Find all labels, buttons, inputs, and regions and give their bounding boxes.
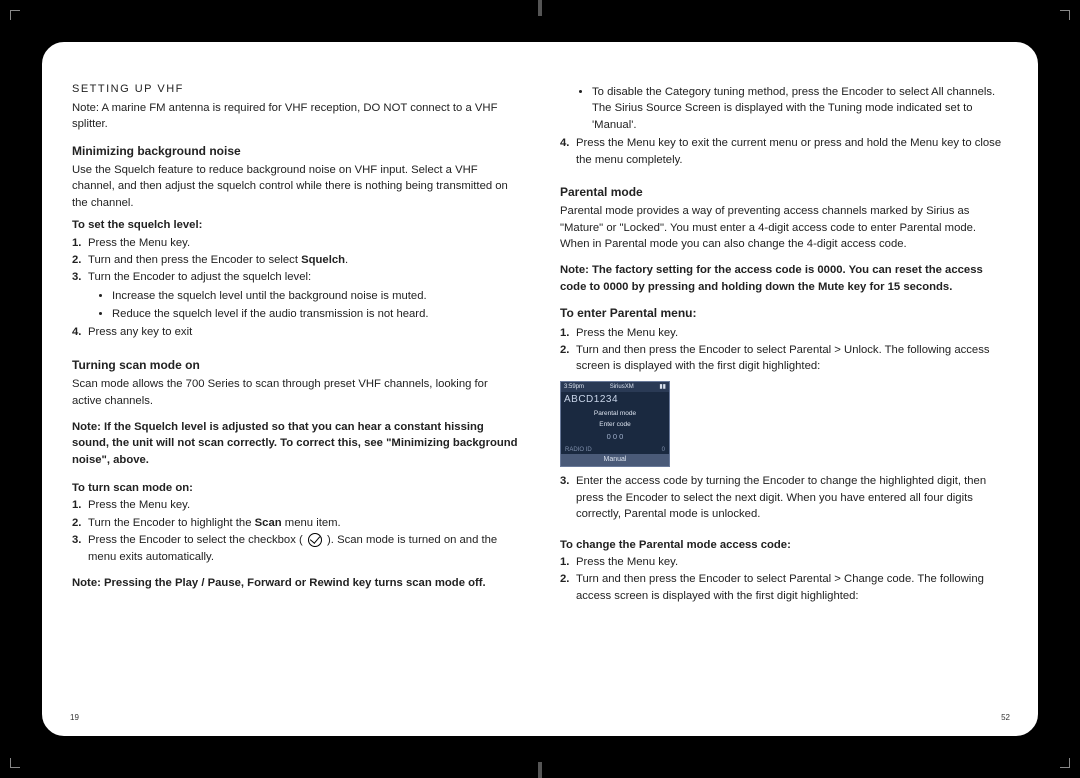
step-text: Press the Menu key. [576,556,678,568]
list-item: 4.Press the Menu key to exit the current… [560,135,1008,168]
list-item: 3.Press the Encoder to select the checkb… [72,532,520,565]
step-text: Turn the Encoder to highlight the Scan m… [88,517,341,529]
screenshot-top-bar: 3:59pm SiriusXM ▮▮ [561,382,669,393]
list-change-code: 1.Press the Menu key. 2.Turn and then pr… [560,554,1008,604]
crop-corner-tl [10,10,20,20]
list-item: 2.Turn the Encoder to highlight the Scan… [72,515,520,531]
sub-list-item: Increase the squelch level until the bac… [112,288,520,304]
screenshot-radio-id: RADIO ID [565,446,592,455]
heading-change-code: To change the Parental mode access code: [560,537,1008,553]
screenshot-time: 3:59pm [564,383,584,392]
continuation-step-list: 4.Press the Menu key to exit the current… [560,135,1008,168]
screenshot-radio-row: RADIO ID 0 [561,446,669,455]
screenshot-bottom-bar: Manual [561,454,669,466]
sub-list: Increase the squelch level until the bac… [112,288,520,323]
step-text: Press the Menu key. [576,327,678,339]
screenshot-zero: 0 [662,446,665,455]
left-column: SETTING UP VHF Note: A marine FM antenna… [72,82,520,706]
list-item: 3.Enter the access code by turning the E… [560,473,1008,522]
page-number-left: 19 [70,713,79,722]
sub-list-item: To disable the Category tuning method, p… [592,84,1008,133]
page-number-right: 52 [1001,713,1010,722]
step-text: Press the Encoder to select the checkbox… [88,534,497,562]
step-text: Enter the access code by turning the Enc… [576,475,986,520]
list-item: 1.Press the Menu key. [560,325,1008,341]
text-minimizing: Use the Squelch feature to reduce backgr… [72,162,520,211]
step-text: Turn and then press the Encoder to selec… [576,344,990,372]
list-item: 3.Turn the Encoder to adjust the squelch… [72,269,520,322]
list-item: 2.Turn and then press the Encoder to sel… [560,571,1008,604]
heading-enter-parental: To enter Parental menu: [560,305,1008,322]
crop-mark-top [538,0,542,16]
crop-corner-br [1060,758,1070,768]
text-parental-mode: Parental mode provides a way of preventi… [560,203,1008,252]
step-text: Turn the Encoder to adjust the squelch l… [88,271,311,283]
device-screenshot: 3:59pm SiriusXM ▮▮ ABCD1234 Parental mod… [560,381,670,468]
list-item: 2.Turn and then press the Encoder to sel… [72,252,520,268]
heading-scan-mode: Turning scan mode on [72,357,520,374]
checkmark-icon [308,533,322,547]
crop-corner-bl [10,758,20,768]
section-header-vhf: SETTING UP VHF [72,82,520,98]
text-scan-mode: Scan mode allows the 700 Series to scan … [72,376,520,409]
screenshot-mode-line: Parental mode [561,408,669,419]
screenshot-code-digits: 0 0 0 [561,431,669,446]
right-column: To disable the Category tuning method, p… [560,82,1008,706]
manual-page: SETTING UP VHF Note: A marine FM antenna… [40,40,1040,738]
step-text: Turn and then press the Encoder to selec… [576,573,984,601]
step-text: Press the Menu key. [88,499,190,511]
step-text: Press the Menu key. [88,237,190,249]
note-scan-off: Note: Pressing the Play / Pause, Forward… [72,575,520,591]
list-item: 1.Press the Menu key. [560,554,1008,570]
list-item: 4.Press any key to exit [72,324,520,340]
sub-list-item: Reduce the squelch level if the audio tr… [112,306,520,322]
signal-icon: ▮▮ [659,383,666,392]
list-item: 2.Turn and then press the Encoder to sel… [560,342,1008,375]
note-antenna: Note: A marine FM antenna is required fo… [72,100,520,133]
heading-minimizing: Minimizing background noise [72,143,520,160]
list-enter-parental: 1.Press the Menu key. 2.Turn and then pr… [560,325,1008,375]
list-turn-scan: 1.Press the Menu key. 2.Turn the Encoder… [72,497,520,565]
heading-turn-scan-on: To turn scan mode on: [72,480,520,496]
crop-corner-tr [1060,10,1070,20]
step-text: Press the Menu key to exit the current m… [576,137,1001,165]
note-factory-code: Note: The factory setting for the access… [560,262,1008,295]
heading-parental-mode: Parental mode [560,184,1008,201]
list-set-squelch: 1.Press the Menu key. 2.Turn and then pr… [72,235,520,341]
step-text: Turn and then press the Encoder to selec… [88,254,348,266]
list-item: 1.Press the Menu key. [72,235,520,251]
list-enter-parental-cont: 3.Enter the access code by turning the E… [560,473,1008,522]
step-text: Press any key to exit [88,326,192,338]
crop-mark-bottom [538,762,542,778]
heading-set-squelch: To set the squelch level: [72,217,520,233]
screenshot-source: SiriusXM [610,383,634,392]
note-squelch-hiss: Note: If the Squelch level is adjusted s… [72,419,520,468]
list-item: 1.Press the Menu key. [72,497,520,513]
continuation-bullet-list: To disable the Category tuning method, p… [592,84,1008,133]
screenshot-id-line: ABCD1234 [561,392,669,408]
screenshot-prompt-line: Enter code [561,419,669,430]
